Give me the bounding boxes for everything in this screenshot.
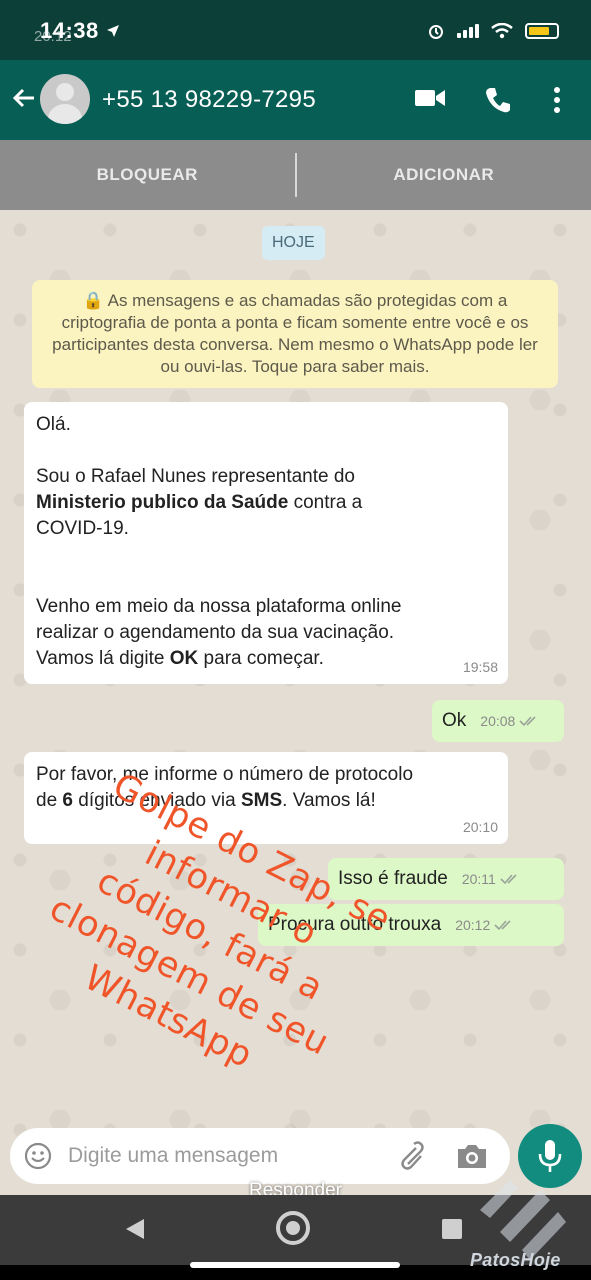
message-outgoing[interactable]: Ok 20:08: [432, 700, 564, 742]
message-text: Olá.: [36, 414, 71, 435]
date-chip: HOJE: [262, 226, 325, 260]
encryption-notice[interactable]: 🔒 As mensagens e as chamadas são protegi…: [32, 280, 558, 388]
message-text: Sou o Rafael Nunes representante do: [36, 466, 355, 487]
chat-header: +55 13 98229-7295: [0, 60, 591, 140]
message-bold-text: SMS: [240, 790, 283, 811]
add-contact-button[interactable]: ADICIONAR: [297, 165, 591, 185]
status-time: 14:38: [40, 18, 99, 43]
message-time: 20:12: [455, 917, 491, 933]
message-bold-text: 6: [62, 790, 73, 811]
back-arrow-icon[interactable]: [10, 84, 38, 112]
message-time: 19:58: [462, 659, 498, 675]
video-call-icon[interactable]: [414, 86, 446, 110]
more-options-icon[interactable]: [552, 86, 562, 114]
message-input-bar[interactable]: Digite uma mensagem: [10, 1128, 510, 1184]
emoji-icon[interactable]: [24, 1142, 52, 1170]
nav-home-icon[interactable]: [276, 1211, 310, 1245]
avatar[interactable]: [40, 74, 90, 124]
block-button[interactable]: BLOQUEAR: [0, 165, 295, 185]
message-text: Venho em meio da nossa plataforma online: [36, 596, 402, 617]
message-input[interactable]: Digite uma mensagem: [68, 1144, 278, 1168]
alarm-icon: [429, 25, 443, 39]
message-text: contra a: [288, 492, 363, 513]
message-time: 20:11: [461, 871, 496, 887]
message-incoming[interactable]: Olá. Sou o Rafael Nunes representante do…: [24, 402, 508, 684]
double-check-icon: [519, 716, 536, 727]
attach-icon[interactable]: [394, 1140, 424, 1172]
message-text: Ok: [442, 710, 467, 731]
message-bold-text: OK: [169, 648, 199, 669]
message-text: para começar.: [198, 648, 324, 669]
screen: 20:12 14:38 +55 13 98229-7295 BLOQUEAR A…: [0, 0, 591, 1280]
message-text: de: [36, 790, 63, 811]
message-bold-text: Ministerio publico da Saúde: [36, 492, 289, 513]
wifi-icon: [491, 23, 513, 39]
contact-name[interactable]: +55 13 98229-7295: [102, 86, 316, 114]
battery-icon: [525, 23, 559, 39]
message-time: 20:10: [462, 819, 498, 835]
voice-call-icon[interactable]: [484, 86, 512, 114]
unknown-contact-actions: BLOQUEAR ADICIONAR: [0, 140, 591, 210]
status-icons: [427, 22, 559, 40]
nav-back-icon[interactable]: [122, 1217, 146, 1241]
message-text: Vamos lá digite: [36, 648, 170, 669]
signal-icon: [457, 24, 479, 38]
watermark-text: PatosHoje: [470, 1250, 561, 1270]
double-check-icon: [494, 920, 511, 931]
location-arrow-icon: [107, 25, 119, 37]
double-check-icon: [500, 874, 517, 885]
message-text: . Vamos lá!: [282, 790, 376, 811]
chevron-up-icon: [284, 1151, 310, 1164]
message-text: realizar o agendamento da sua vacinação.: [36, 622, 395, 643]
home-indicator[interactable]: [190, 1262, 400, 1268]
message-text: COVID-19.: [36, 518, 129, 539]
nav-recents-icon[interactable]: [442, 1219, 462, 1239]
message-time: 20:08: [480, 713, 516, 729]
status-bar: 20:12 14:38: [0, 0, 591, 60]
